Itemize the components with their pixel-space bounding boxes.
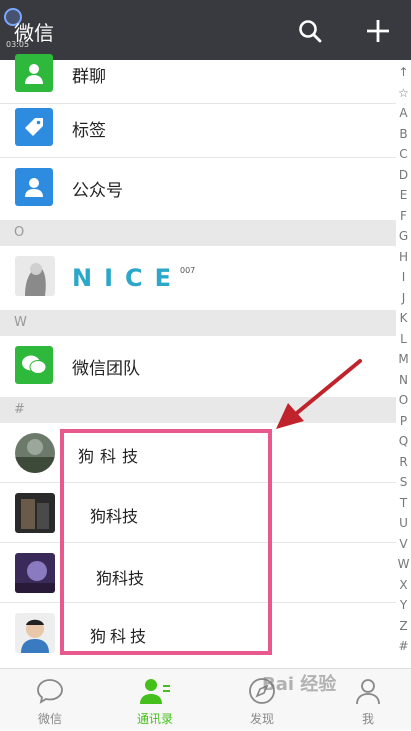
contact-name-superscript: 007: [180, 266, 196, 275]
avatar: [15, 553, 55, 593]
index-letter[interactable]: J: [396, 288, 411, 309]
row-label: 公众号: [72, 181, 123, 201]
index-letter[interactable]: S: [396, 472, 411, 493]
index-letter[interactable]: H: [396, 247, 411, 268]
alphabet-index[interactable]: ↑ ☆ A B C D E F G H I J K L M N O P Q R …: [396, 62, 411, 662]
search-icon[interactable]: [297, 18, 323, 44]
tab-label: 微信: [37, 712, 62, 726]
index-letter[interactable]: Y: [396, 595, 411, 616]
row-official-accounts[interactable]: 公众号: [0, 158, 396, 218]
contact-nice[interactable]: NICE 007: [0, 246, 396, 310]
row-label: 微信团队: [72, 359, 140, 379]
highlight-box: [60, 429, 272, 655]
chat-bubble-icon: [37, 679, 63, 704]
index-letter[interactable]: P: [396, 411, 411, 432]
index-letter[interactable]: W: [396, 554, 411, 575]
row-label: 标签: [72, 121, 106, 141]
section-letter: #: [14, 402, 25, 417]
person-icon: [356, 679, 380, 705]
bottom-tab-bar: 微信 通讯录 发现 我: [0, 668, 411, 730]
index-letter[interactable]: I: [396, 267, 411, 288]
tab-label: 我: [361, 712, 374, 726]
avatar: [15, 493, 55, 533]
tag-icon: [15, 108, 53, 146]
official-account-icon: [15, 168, 53, 206]
section-letter: O: [14, 225, 25, 240]
avatar: [15, 433, 55, 473]
index-letter[interactable]: A: [396, 103, 411, 124]
contact-name: NICE: [72, 264, 184, 292]
section-header-o: O: [0, 220, 396, 246]
add-icon[interactable]: [365, 18, 391, 44]
watermark: Bai 经验: [262, 674, 337, 695]
group-chat-icon: [15, 54, 53, 92]
index-letter[interactable]: B: [396, 124, 411, 145]
avatar: [15, 613, 55, 653]
section-header-w: W: [0, 310, 396, 336]
row-group-chat[interactable]: 群聊: [0, 44, 396, 104]
index-letter[interactable]: N: [396, 370, 411, 391]
index-letter[interactable]: O: [396, 390, 411, 411]
index-letter[interactable]: M: [396, 349, 411, 370]
annotation-arrow-icon: [276, 359, 362, 429]
row-tags[interactable]: 标签: [0, 98, 396, 158]
tab-label: 发现: [249, 712, 274, 726]
contacts-icon: [140, 679, 170, 704]
tab-me[interactable]: 我: [328, 669, 408, 731]
index-letter[interactable]: ↑: [396, 62, 411, 83]
index-letter[interactable]: Z: [396, 616, 411, 637]
index-letter[interactable]: U: [396, 513, 411, 534]
index-letter[interactable]: X: [396, 575, 411, 596]
index-letter[interactable]: Q: [396, 431, 411, 452]
wechat-logo-icon: [15, 346, 53, 384]
avatar: [15, 256, 55, 296]
index-letter[interactable]: ☆: [396, 83, 411, 104]
index-letter[interactable]: D: [396, 165, 411, 186]
tab-chats[interactable]: 微信: [10, 669, 90, 731]
index-letter[interactable]: C: [396, 144, 411, 165]
index-letter[interactable]: G: [396, 226, 411, 247]
index-letter[interactable]: K: [396, 308, 411, 329]
row-label: 群聊: [72, 67, 106, 87]
index-letter[interactable]: T: [396, 493, 411, 514]
tab-contacts[interactable]: 通讯录: [115, 669, 195, 731]
index-letter[interactable]: #: [396, 636, 411, 657]
tab-label: 通讯录: [136, 712, 173, 726]
index-letter[interactable]: F: [396, 206, 411, 227]
index-letter[interactable]: R: [396, 452, 411, 473]
index-letter[interactable]: L: [396, 329, 411, 350]
section-letter: W: [14, 315, 27, 330]
index-letter[interactable]: E: [396, 185, 411, 206]
index-letter[interactable]: V: [396, 534, 411, 555]
